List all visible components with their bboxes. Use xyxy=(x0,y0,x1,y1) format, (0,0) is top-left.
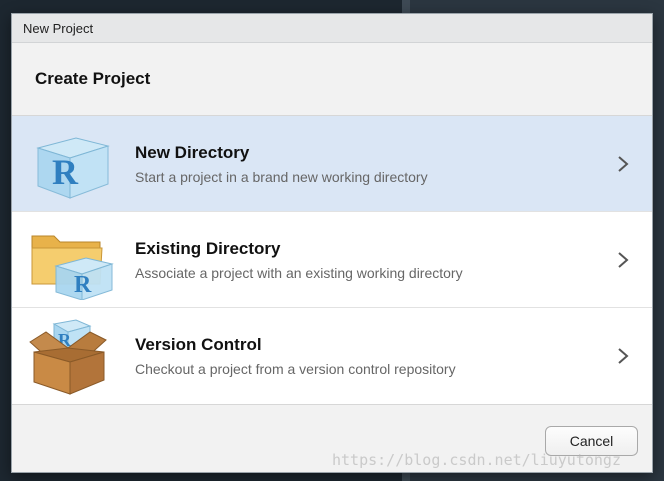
option-description: Associate a project with an existing wor… xyxy=(135,265,463,281)
chevron-right-icon xyxy=(618,156,629,172)
watermark: https://blog.csdn.net/liuyutongz xyxy=(332,451,621,469)
dialog-title: New Project xyxy=(23,20,94,36)
option-title: New Directory xyxy=(135,143,250,162)
option-new-directory[interactable]: R New Directory Start a project in a bra… xyxy=(12,116,652,212)
option-title: Existing Directory xyxy=(135,239,281,258)
svg-text:R: R xyxy=(52,152,79,192)
chevron-right-icon xyxy=(618,348,629,364)
dialog-heading: Create Project xyxy=(12,43,652,115)
option-existing-directory[interactable]: R Existing Directory Associate a project… xyxy=(12,212,652,308)
page-title: Create Project xyxy=(35,69,151,88)
dialog-titlebar: New Project xyxy=(12,14,652,43)
option-title: Version Control xyxy=(135,335,262,354)
project-options-list: R New Directory Start a project in a bra… xyxy=(12,115,652,405)
r-cube-icon: R xyxy=(28,126,118,204)
svg-text:R: R xyxy=(74,272,92,298)
option-version-control[interactable]: R Version Control Checkout a project fro… xyxy=(12,308,652,404)
option-description: Checkout a project from a version contro… xyxy=(135,361,456,377)
folder-r-icon: R xyxy=(28,222,118,301)
box-r-icon: R xyxy=(28,318,118,396)
chevron-right-icon xyxy=(618,252,629,268)
new-project-dialog: New Project Create Project R New Directo… xyxy=(11,13,653,473)
option-description: Start a project in a brand new working d… xyxy=(135,169,428,185)
